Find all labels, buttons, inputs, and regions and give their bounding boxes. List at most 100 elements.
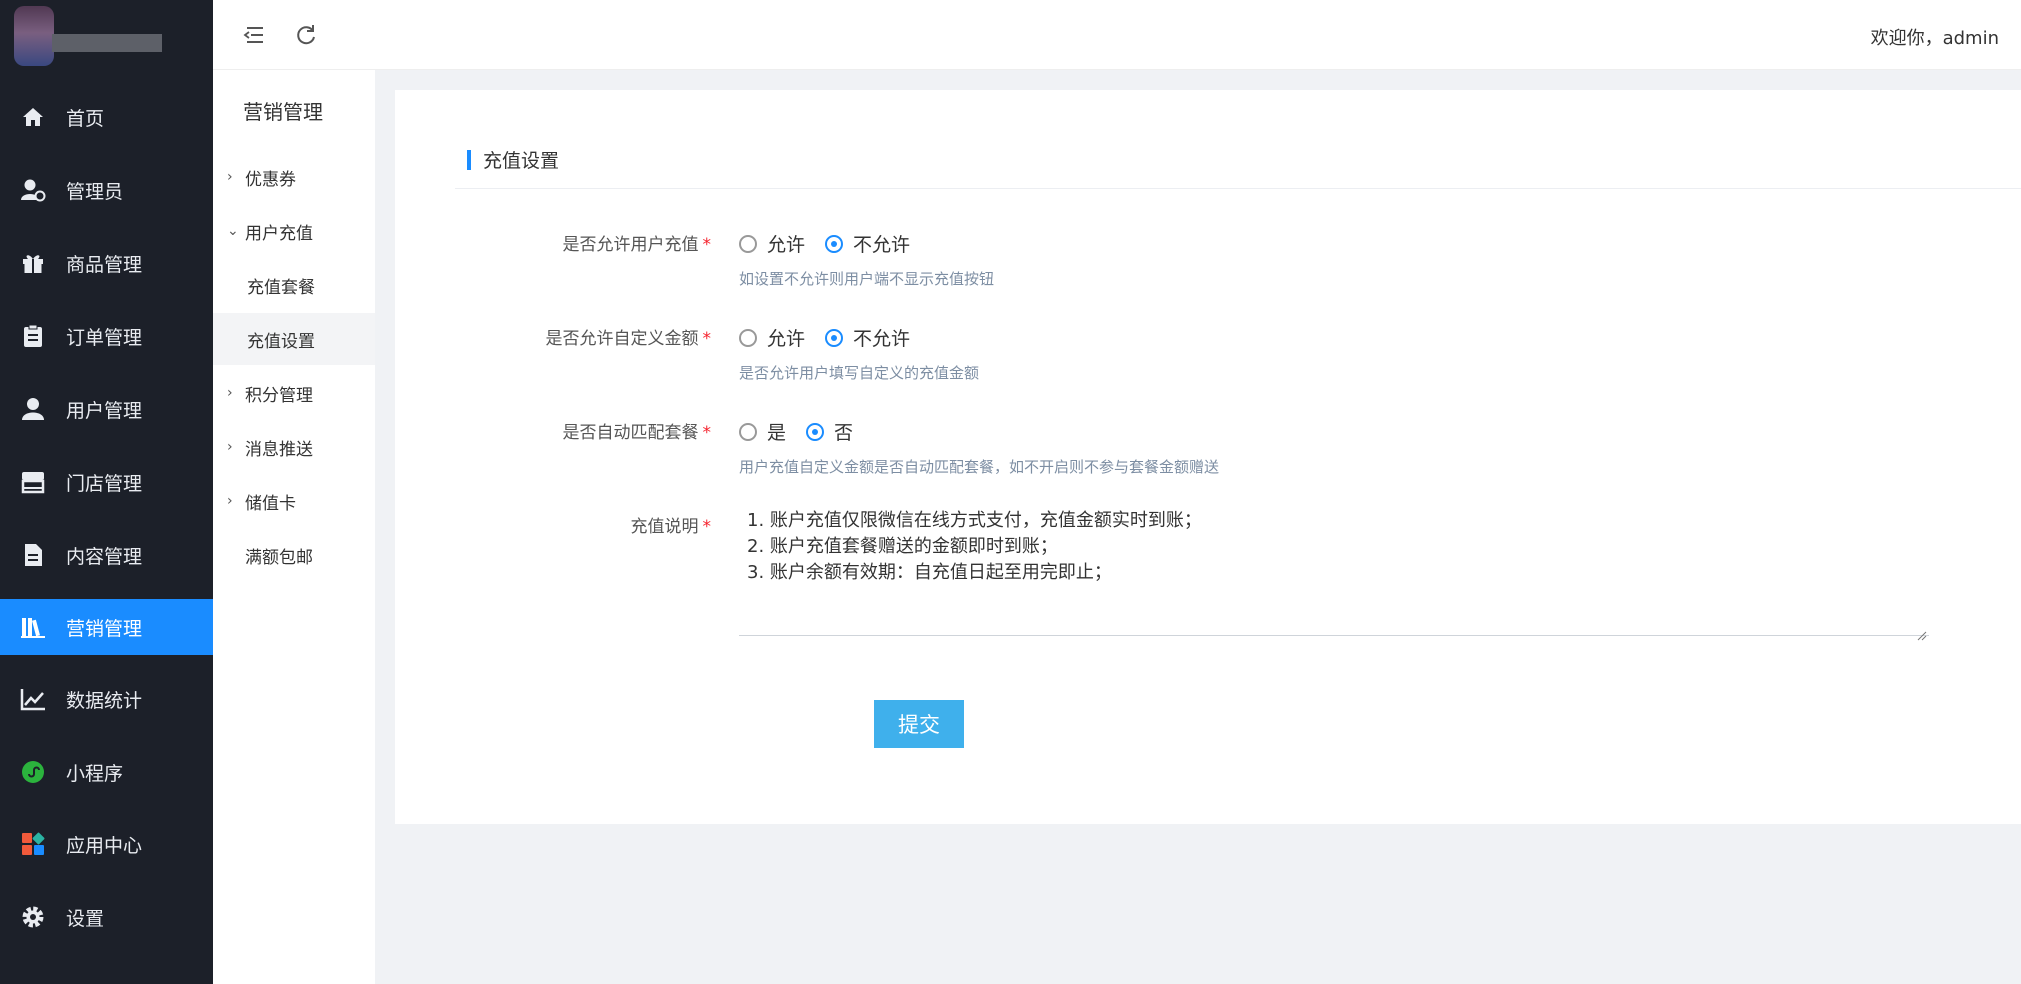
settings-card: 充值设置 是否允许用户充值 * 允许 不允许 如设置不允许则用户端不显示充值按钮 … — [395, 90, 2021, 824]
radio-option-yes[interactable]: 是 — [739, 418, 786, 445]
field-hint: 是否允许用户填写自定义的充值金额 — [739, 364, 980, 382]
sidebar-item-label: 小程序 — [66, 762, 124, 785]
field-label-text: 充值说明 — [630, 517, 699, 537]
divider — [455, 188, 2021, 189]
sidebar-item-mini-program[interactable]: 小程序 — [0, 744, 213, 800]
sidebar-item-label: 门店管理 — [66, 472, 143, 495]
sidebar-item-products[interactable]: 商品管理 — [0, 235, 213, 291]
subnav-item-label: 充值设置 — [247, 331, 315, 352]
main-sidebar: 首页 管理员 商品管理 订单管理 用户管理 门店管理 内容管理 营销管理 数据统… — [0, 0, 213, 984]
card-title: 充值设置 — [467, 146, 559, 173]
field-label: 充值说明 * — [631, 512, 712, 537]
required-mark: * — [702, 329, 712, 349]
document-icon — [20, 542, 46, 568]
radio-label: 是 — [767, 422, 787, 444]
description-line: 3. 账户余额有效期：自充值日起至用完即止； — [747, 562, 1112, 583]
title-accent-bar — [467, 149, 471, 170]
mini-program-icon — [20, 759, 46, 785]
chevron-down-icon: ⌄ — [227, 223, 239, 239]
sidebar-item-statistics[interactable]: 数据统计 — [0, 671, 213, 727]
chevron-right-icon: › — [227, 493, 233, 509]
subnav-item-push[interactable]: › 消息推送 — [213, 421, 375, 473]
chevron-right-icon: › — [227, 169, 233, 185]
gear-icon — [20, 904, 46, 930]
chevron-right-icon: › — [227, 439, 233, 455]
field-label: 是否自动匹配套餐 * — [563, 418, 712, 443]
radio-option-disallow[interactable]: 不允许 — [825, 324, 910, 351]
sidebar-item-settings[interactable]: 设置 — [0, 889, 213, 945]
subnav-item-label: 用户充值 — [245, 223, 313, 244]
subnav-item-label: 消息推送 — [245, 439, 313, 460]
sidebar-item-label: 首页 — [66, 107, 105, 130]
subnav-item-recharge-packages[interactable]: 充值套餐 — [213, 259, 375, 311]
sidebar-item-home[interactable]: 首页 — [0, 89, 213, 145]
sidebar-item-label: 营销管理 — [66, 617, 143, 640]
resize-handle-icon[interactable] — [1917, 623, 1927, 641]
field-label-text: 是否允许用户充值 — [562, 235, 699, 255]
radio-group: 允许 不允许 — [739, 230, 930, 257]
radio-option-allow[interactable]: 允许 — [739, 324, 805, 351]
sidebar-item-label: 管理员 — [66, 180, 124, 203]
radio-option-disallow[interactable]: 不允许 — [825, 230, 910, 257]
radio-group: 是 否 — [739, 418, 873, 445]
sidebar-item-label: 应用中心 — [66, 834, 143, 857]
collapse-menu-icon[interactable] — [241, 22, 267, 48]
sidebar-item-label: 内容管理 — [66, 545, 143, 568]
field-label: 是否允许用户充值 * — [563, 230, 712, 255]
secondary-sidebar: 营销管理 › 优惠券 ⌄ 用户充值 充值套餐 充值设置 › 积分管理 › 消息推… — [213, 70, 375, 984]
radio-label: 不允许 — [853, 234, 911, 256]
required-mark: * — [702, 423, 712, 443]
radio-button[interactable] — [739, 328, 757, 347]
welcome-text[interactable]: 欢迎你，admin — [1871, 24, 1999, 50]
subnav-item-label: 积分管理 — [245, 385, 313, 406]
radio-option-allow[interactable]: 允许 — [739, 230, 805, 257]
radio-label: 允许 — [767, 328, 806, 350]
sidebar-item-label: 数据统计 — [66, 689, 143, 712]
subnav-item-recharge-settings[interactable]: 充值设置 — [213, 313, 375, 365]
subnav-item-points[interactable]: › 积分管理 — [213, 367, 375, 419]
radio-button[interactable] — [739, 234, 757, 253]
subnav-item-coupons[interactable]: › 优惠券 — [213, 151, 375, 203]
chevron-right-icon: › — [227, 385, 233, 401]
admin-user-icon — [20, 177, 46, 203]
radio-button-checked[interactable] — [825, 328, 844, 347]
sidebar-item-label: 商品管理 — [66, 253, 143, 276]
store-icon — [20, 469, 46, 495]
sidebar-item-content[interactable]: 内容管理 — [0, 527, 213, 583]
home-icon — [20, 104, 46, 130]
sidebar-item-label: 订单管理 — [66, 326, 143, 349]
subnav-item-label: 充值套餐 — [247, 277, 315, 298]
radio-button[interactable] — [739, 422, 757, 441]
field-label-text: 是否自动匹配套餐 — [562, 423, 699, 443]
subnav-item-free-shipping[interactable]: 满额包邮 — [213, 529, 375, 581]
field-label: 是否允许自定义金额 * — [546, 324, 712, 349]
radio-option-no[interactable]: 否 — [806, 418, 853, 445]
sidebar-item-orders[interactable]: 订单管理 — [0, 308, 213, 364]
sidebar-item-app-center[interactable]: 应用中心 — [0, 816, 213, 872]
submit-button[interactable]: 提交 — [874, 700, 964, 748]
description-textarea[interactable]: 1. 账户充值仅限微信在线方式支付，充值金额实时到账； 2. 账户充值套餐赠送的… — [739, 500, 1929, 641]
apps-icon — [20, 831, 46, 857]
refresh-icon[interactable] — [293, 22, 319, 48]
description-line: 1. 账户充值仅限微信在线方式支付，充值金额实时到账； — [747, 510, 1202, 531]
radio-label: 不允许 — [853, 328, 911, 350]
sidebar-item-label: 设置 — [66, 907, 105, 930]
subnav-item-label: 储值卡 — [245, 493, 296, 514]
radio-label: 允许 — [767, 234, 806, 256]
sidebar-item-admin[interactable]: 管理员 — [0, 162, 213, 218]
sidebar-item-label: 用户管理 — [66, 399, 143, 422]
sidebar-item-stores[interactable]: 门店管理 — [0, 454, 213, 510]
subnav-item-label: 优惠券 — [245, 169, 296, 190]
sidebar-item-users[interactable]: 用户管理 — [0, 381, 213, 437]
subnav-item-user-recharge[interactable]: ⌄ 用户充值 — [213, 205, 375, 257]
radio-button-checked[interactable] — [806, 422, 825, 441]
subnav-item-stored-value-card[interactable]: › 储值卡 — [213, 475, 375, 527]
required-mark: * — [702, 235, 712, 255]
radio-button-checked[interactable] — [825, 234, 844, 253]
field-hint: 如设置不允许则用户端不显示充值按钮 — [739, 270, 995, 288]
logo — [10, 6, 162, 66]
sidebar-item-marketing[interactable]: 营销管理 — [0, 599, 213, 655]
line-chart-icon — [20, 686, 46, 712]
field-label-text: 是否允许自定义金额 — [545, 329, 699, 349]
gift-icon — [20, 250, 46, 276]
